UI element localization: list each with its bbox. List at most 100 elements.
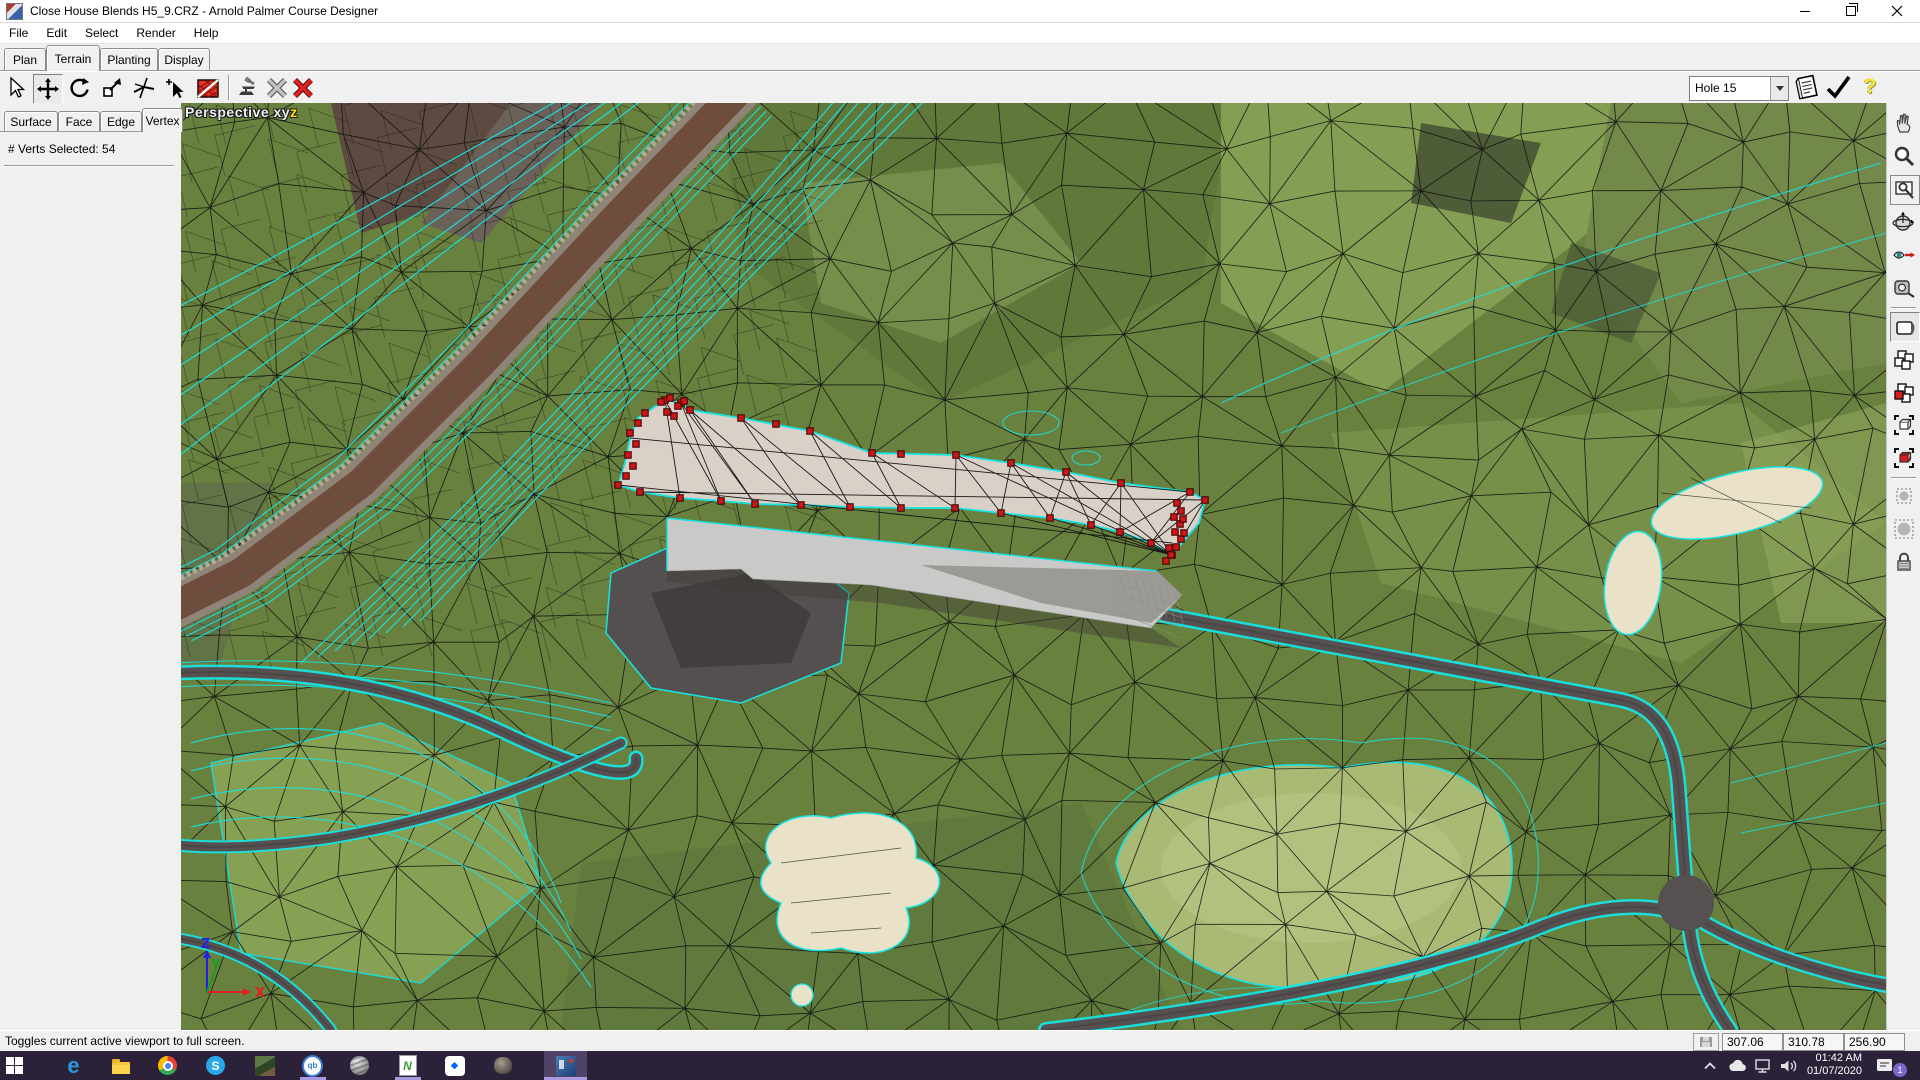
- smooth-tool-button[interactable]: [233, 74, 261, 102]
- toolbar-separator: [228, 75, 230, 100]
- eye-arrow-icon: [1892, 243, 1916, 267]
- marquee-large-button[interactable]: [1890, 515, 1918, 543]
- viewport-3d[interactable]: XYZ Perspective xyz: [181, 103, 1886, 1030]
- slope-icon: [132, 76, 156, 100]
- network-icon: [1753, 1056, 1773, 1076]
- taskbar-quickbooks[interactable]: qb: [302, 1055, 323, 1076]
- tray-expand-button[interactable]: [1699, 1055, 1720, 1076]
- scale-tool-button[interactable]: [98, 74, 126, 102]
- minimize-button[interactable]: [1782, 0, 1828, 22]
- menu-select[interactable]: Select: [76, 24, 127, 42]
- windows-taskbar: e S qb N ◆: [0, 1051, 1920, 1080]
- move-icon: [36, 77, 60, 101]
- tray-volume[interactable]: [1778, 1055, 1799, 1076]
- confirm-button[interactable]: [1824, 73, 1852, 101]
- folder-icon: [112, 1062, 130, 1074]
- tab-face[interactable]: Face: [58, 111, 100, 131]
- restore-button[interactable]: [1828, 0, 1874, 22]
- windows-logo-icon: [6, 1057, 23, 1074]
- maximize-pane-button[interactable]: [1890, 411, 1918, 439]
- tab-plan[interactable]: Plan: [4, 48, 46, 70]
- help-button[interactable]: ?: [1856, 73, 1884, 101]
- taskbar-gimp[interactable]: [492, 1055, 513, 1076]
- move-tool-button[interactable]: [33, 74, 63, 104]
- material-fill-tool-button[interactable]: [194, 74, 222, 102]
- zoom-window-tool-button[interactable]: [1890, 175, 1920, 205]
- tab-edge[interactable]: Edge: [100, 111, 142, 131]
- tape-measure-icon: [1892, 276, 1916, 300]
- window-title: Close House Blends H5_9.CRZ - Arnold Pal…: [30, 4, 378, 18]
- tray-notifications[interactable]: [1874, 1055, 1895, 1076]
- tab-surface[interactable]: Surface: [4, 111, 58, 131]
- tab-vertex[interactable]: Vertex: [142, 108, 183, 132]
- tab-display[interactable]: Display: [158, 48, 210, 70]
- hole-selector-dropdown-button[interactable]: [1770, 77, 1788, 100]
- tab-terrain[interactable]: Terrain: [46, 45, 100, 71]
- orbit-tool-button[interactable]: [1890, 208, 1918, 236]
- cancel-tool-button[interactable]: [263, 74, 291, 102]
- taskbar-dropbox[interactable]: ◆: [444, 1055, 465, 1076]
- look-direction-tool-button[interactable]: [1890, 241, 1918, 269]
- panel-separator: [4, 165, 174, 167]
- chrome-icon: [158, 1056, 177, 1075]
- tray-onedrive[interactable]: [1726, 1055, 1747, 1076]
- lock-button[interactable]: [1890, 548, 1918, 576]
- material-fill-icon: [196, 76, 220, 100]
- tray-network[interactable]: [1752, 1055, 1773, 1076]
- taskbar-notepadpp[interactable]: N: [397, 1055, 418, 1076]
- measure-tool-button[interactable]: [1890, 274, 1918, 302]
- save-coords-button[interactable]: [1693, 1033, 1719, 1051]
- pan-tool-button[interactable]: [1890, 109, 1918, 137]
- chevron-up-icon: [1700, 1056, 1720, 1076]
- menu-edit[interactable]: Edit: [37, 24, 76, 42]
- slope-tool-button[interactable]: [130, 74, 158, 102]
- tray-clock[interactable]: 01:42 AM 01/07/2020: [1798, 1052, 1862, 1078]
- quad-view-button[interactable]: [1890, 345, 1918, 373]
- maximize-active-pane-button[interactable]: [1890, 444, 1918, 472]
- taskbar-earth[interactable]: [349, 1055, 370, 1076]
- question-mark-icon: ?: [1864, 75, 1877, 99]
- globe-icon: [350, 1056, 369, 1075]
- select-tool-button[interactable]: [2, 74, 30, 102]
- marquee-small-button[interactable]: [1890, 482, 1918, 510]
- tab-planting[interactable]: Planting: [100, 48, 158, 70]
- single-view-button[interactable]: [1890, 312, 1920, 342]
- edge-icon: e: [67, 1056, 79, 1076]
- terrain-toolbar: Hole 15 ?: [0, 71, 1920, 105]
- start-button[interactable]: [4, 1055, 25, 1076]
- notepadpp-icon: N: [399, 1055, 417, 1076]
- viewport-scene[interactable]: XYZ: [181, 103, 1886, 1030]
- taskbar-course-designer[interactable]: [555, 1055, 576, 1076]
- notes-button[interactable]: [1793, 73, 1821, 101]
- active-pane-button[interactable]: [1890, 378, 1918, 406]
- pick-add-icon: [164, 76, 188, 100]
- menu-render[interactable]: Render: [127, 24, 184, 42]
- taskbar-chrome[interactable]: [157, 1055, 178, 1076]
- taskbar-file-explorer[interactable]: [110, 1055, 131, 1076]
- pick-add-tool-button[interactable]: [162, 74, 190, 102]
- quad-pane-active-icon: [1892, 380, 1916, 404]
- menu-help[interactable]: Help: [185, 24, 228, 42]
- close-button[interactable]: [1874, 0, 1920, 22]
- maximize-active-pane-icon: [1892, 446, 1916, 470]
- zoom-tool-button[interactable]: [1890, 142, 1918, 170]
- viewport-label: Perspective xyz: [185, 104, 298, 120]
- coordinate-z: 256.90: [1844, 1033, 1905, 1051]
- viewport-label-main: Perspective: [185, 104, 269, 120]
- viewport-label-z: z: [290, 104, 298, 120]
- hole-selector[interactable]: Hole 15: [1689, 76, 1789, 101]
- select-arrow-icon: [4, 76, 28, 100]
- taskbar-game[interactable]: [254, 1055, 275, 1076]
- element-tab-strip: Surface Face Edge Vertex: [0, 107, 181, 132]
- taskbar-edge[interactable]: e: [63, 1055, 84, 1076]
- notes-icon: [1793, 73, 1821, 101]
- game-icon: [255, 1056, 275, 1076]
- menu-file[interactable]: File: [0, 24, 37, 42]
- delete-tool-button[interactable]: [289, 74, 317, 102]
- rotate-tool-button[interactable]: [66, 74, 94, 102]
- coordinate-x: 307.06: [1722, 1033, 1783, 1051]
- menu-bar: File Edit Select Render Help: [0, 23, 1920, 44]
- dropbox-icon: ◆: [445, 1056, 465, 1076]
- taskbar-skype[interactable]: S: [205, 1055, 226, 1076]
- scale-icon: [100, 76, 124, 100]
